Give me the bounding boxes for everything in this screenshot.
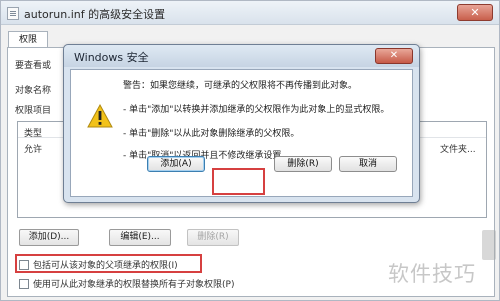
warning-message: 警告：如果您继续，可继承的父权限将不再传播到此对象。 xyxy=(123,81,358,91)
dialog-title: Windows 安全 xyxy=(74,51,149,64)
watermark-text: 软件技巧 xyxy=(388,262,476,286)
replace-checkbox-row[interactable]: 使用可从此对象继承的权限替换所有子对象权限(P) xyxy=(19,277,234,291)
file-icon xyxy=(7,7,19,20)
highlight-box xyxy=(15,254,202,273)
column-header-type[interactable]: 类型 xyxy=(24,126,42,139)
delete-entry-button[interactable]: 删除(R) xyxy=(187,229,239,246)
warning-icon xyxy=(87,104,113,128)
watermark-logo xyxy=(482,230,496,260)
window-titlebar: autorun.inf 的高级安全设置 ✕ xyxy=(1,1,499,25)
window-title: autorun.inf 的高级安全设置 xyxy=(24,8,166,21)
window-close-button[interactable]: ✕ xyxy=(457,4,493,21)
replace-checkbox[interactable] xyxy=(19,279,29,289)
intro-text: 要查看或 xyxy=(15,61,52,71)
edit-entry-button[interactable]: 编辑(E)... xyxy=(109,229,171,246)
list-row-type[interactable]: 允许 xyxy=(24,142,42,155)
cancel-button[interactable]: 取消 xyxy=(339,156,397,172)
highlight-box xyxy=(212,168,265,195)
object-name-label: 对象名称 xyxy=(15,86,52,96)
permission-entries-label: 权限项目 xyxy=(15,106,52,116)
list-row-applies-to[interactable]: 文件夹... xyxy=(440,142,476,155)
remove-button[interactable]: 删除(R) xyxy=(274,156,332,172)
add-instruction: - 单击"添加"以转换并添加继承的父权限作为此对象上的显式权限。 xyxy=(123,105,390,115)
add-button[interactable]: 添加(A) xyxy=(147,156,205,172)
add-entry-button[interactable]: 添加(D)... xyxy=(19,229,79,246)
remove-instruction: - 单击"删除"以从此对象删除继承的父权限。 xyxy=(123,129,300,139)
replace-checkbox-label: 使用可从此对象继承的权限替换所有子对象权限(P) xyxy=(33,280,235,290)
dialog-close-button[interactable]: ✕ xyxy=(375,48,413,64)
tab-permissions[interactable]: 权限 xyxy=(8,31,48,48)
dialog-titlebar: Windows 安全 ✕ xyxy=(64,45,419,67)
